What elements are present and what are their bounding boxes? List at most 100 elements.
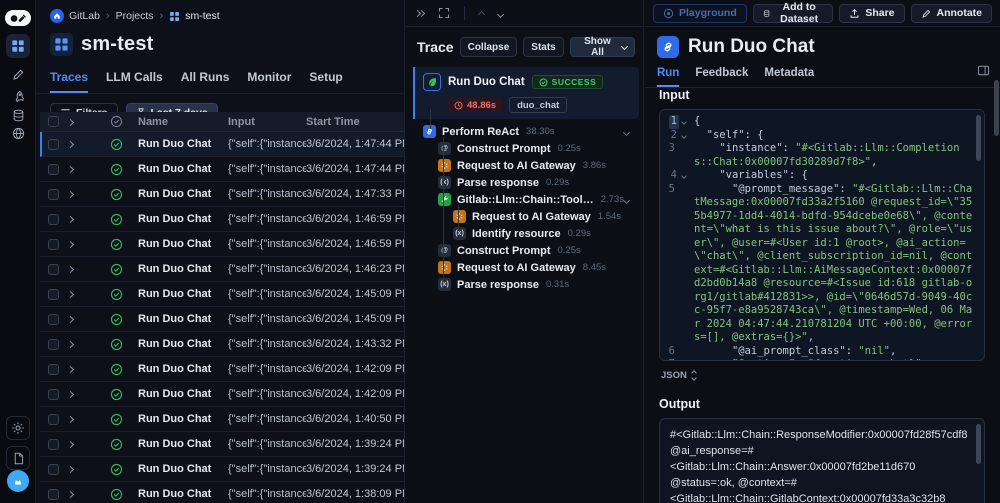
playground-button[interactable]: Playground	[653, 4, 747, 23]
collapse-button[interactable]: Collapse	[460, 37, 518, 57]
share-button[interactable]: Share	[839, 4, 904, 23]
docs-document-icon[interactable]	[6, 446, 30, 470]
table-row[interactable]: Run Duo Chat{"self":{"instance":"#...3/6…	[40, 357, 404, 382]
chevron-down-icon[interactable]	[624, 126, 629, 138]
output-block[interactable]: #<Gitlab::Llm::Chain::ResponseModifier:0…	[659, 418, 985, 503]
input-code-block[interactable]: 1{2 "self": {3 "instance": "#<Gitlab::Ll…	[659, 109, 985, 361]
next-run-chevron-icon[interactable]	[498, 4, 503, 22]
row-checkbox[interactable]	[48, 489, 59, 500]
row-checkbox[interactable]	[48, 289, 59, 300]
table-row[interactable]: Run Duo Chat{"self":{"instance":"#...3/6…	[40, 207, 404, 232]
collapse-caret-icon[interactable]	[681, 119, 687, 125]
annotate-button[interactable]: Annotate	[911, 4, 993, 23]
trace-node[interactable]: (x)Identify resource0.29s	[413, 225, 639, 242]
trace-node[interactable]: @Construct Prompt0.25s	[413, 140, 639, 157]
run-name-cell[interactable]: Run Duo Chat	[138, 463, 228, 475]
run-name-cell[interactable]: Run Duo Chat	[138, 313, 228, 325]
run-name-cell[interactable]: Run Duo Chat	[138, 213, 228, 225]
run-name-cell[interactable]: Run Duo Chat	[138, 388, 228, 400]
table-row[interactable]: Run Duo Chat{"self":{"instance":"#...3/6…	[40, 457, 404, 482]
panel-toggle-icon[interactable]	[977, 64, 990, 77]
row-checkbox[interactable]	[48, 389, 59, 400]
row-checkbox[interactable]	[48, 139, 59, 150]
row-checkbox[interactable]	[48, 439, 59, 450]
breadcrumb-section[interactable]: Projects	[116, 10, 154, 22]
trace-root-node[interactable]: Run Duo Chat SUCCESS 48.86s duo_chat	[413, 67, 639, 119]
expand-chevron-icon[interactable]	[68, 388, 110, 400]
run-name-cell[interactable]: Run Duo Chat	[138, 438, 228, 450]
table-row[interactable]: Run Duo Chat{"self":{"instance":"#...3/6…	[40, 257, 404, 282]
trace-node[interactable]: Request to AI Gateway8.45s	[413, 259, 639, 276]
expand-fullscreen-icon[interactable]	[438, 7, 450, 19]
column-header-start-time[interactable]: Start Time	[306, 116, 404, 128]
expand-chevron-icon[interactable]	[68, 238, 110, 250]
row-checkbox[interactable]	[48, 364, 59, 375]
run-name-cell[interactable]: Run Duo Chat	[138, 413, 228, 425]
row-checkbox[interactable]	[48, 314, 59, 325]
format-select[interactable]: JSON	[661, 370, 985, 381]
home-icon[interactable]	[50, 9, 64, 23]
expand-chevron-icon[interactable]	[68, 263, 110, 275]
run-name-cell[interactable]: Run Duo Chat	[138, 238, 228, 250]
scrollbar-thumb[interactable]	[976, 115, 981, 161]
tab-setup[interactable]: Setup	[309, 70, 342, 93]
prev-run-chevron-icon[interactable]	[479, 4, 484, 22]
settings-gear-icon[interactable]	[6, 416, 30, 440]
langsmith-logo[interactable]	[5, 10, 31, 26]
expand-chevron-icon[interactable]	[68, 163, 110, 175]
run-name-cell[interactable]: Run Duo Chat	[138, 488, 228, 500]
expand-chevron-icon[interactable]	[68, 438, 110, 450]
collapse-caret-icon[interactable]	[681, 173, 687, 179]
table-row[interactable]: Run Duo Chat{"self":{"instance":"#...3/6…	[40, 432, 404, 457]
expand-chevron-icon[interactable]	[68, 288, 110, 300]
table-row[interactable]: Run Duo Chat{"self":{"instance":"#...3/6…	[40, 382, 404, 407]
tab-llm-calls[interactable]: LLM Calls	[106, 70, 163, 93]
hub-globe-icon[interactable]	[6, 121, 30, 145]
row-checkbox[interactable]	[48, 164, 59, 175]
row-checkbox[interactable]	[48, 239, 59, 250]
tab-traces[interactable]: Traces	[50, 70, 88, 93]
collapse-caret-icon[interactable]	[681, 133, 687, 139]
annotations-pencil-icon[interactable]	[6, 62, 30, 86]
expand-chevron-icon[interactable]	[68, 413, 110, 425]
expand-chevron-icon[interactable]	[68, 338, 110, 350]
run-name-cell[interactable]: Run Duo Chat	[138, 138, 228, 150]
row-checkbox[interactable]	[48, 264, 59, 275]
table-row[interactable]: Run Duo Chat{"self":{"instance":"#...3/6…	[40, 407, 404, 432]
run-name-cell[interactable]: Run Duo Chat	[138, 263, 228, 275]
row-checkbox[interactable]	[48, 414, 59, 425]
table-row[interactable]: Run Duo Chat{"self":{"instance":"#...3/6…	[40, 132, 404, 157]
table-row[interactable]: Run Duo Chat{"self":{"instance":"#...3/6…	[40, 482, 404, 503]
table-row[interactable]: Run Duo Chat{"self":{"instance":"#...3/6…	[40, 232, 404, 257]
trace-node[interactable]: Request to AI Gateway3.86s	[413, 157, 639, 174]
tab-monitor[interactable]: Monitor	[247, 70, 291, 93]
run-name-cell[interactable]: Run Duo Chat	[138, 288, 228, 300]
scrollbar-thumb[interactable]	[976, 424, 981, 464]
run-name-cell[interactable]: Run Duo Chat	[138, 163, 228, 175]
projects-grid-icon[interactable]	[6, 34, 30, 58]
expand-chevron-icon[interactable]	[68, 188, 110, 200]
expand-chevron-icon[interactable]	[68, 138, 110, 150]
table-row[interactable]: Run Duo Chat{"self":{"instance":"#...3/6…	[40, 157, 404, 182]
run-name-cell[interactable]: Run Duo Chat	[138, 338, 228, 350]
row-checkbox[interactable]	[48, 464, 59, 475]
expand-chevron-icon[interactable]	[68, 363, 110, 375]
show-all-dropdown[interactable]: Show All	[570, 37, 635, 57]
trace-node[interactable]: Request to AI Gateway1.54s	[413, 208, 639, 225]
trace-node[interactable]: Gitlab::Llm::Chain::Tools::IssueReader::…	[413, 191, 639, 208]
expand-chevron-icon[interactable]	[68, 488, 110, 500]
expand-chevron-icon[interactable]	[68, 213, 110, 225]
stats-button[interactable]: Stats	[523, 37, 563, 57]
row-checkbox[interactable]	[48, 214, 59, 225]
add-to-dataset-button[interactable]: Add to Dataset	[753, 4, 834, 23]
select-all-checkbox[interactable]	[48, 116, 59, 127]
expand-chevron-icon[interactable]	[68, 463, 110, 475]
table-row[interactable]: Run Duo Chat{"self":{"instance":"#...3/6…	[40, 307, 404, 332]
expand-chevron-icon[interactable]	[68, 313, 110, 325]
table-row[interactable]: Run Duo Chat{"self":{"instance":"#...3/6…	[40, 182, 404, 207]
tab-all-runs[interactable]: All Runs	[181, 70, 230, 93]
run-name-cell[interactable]: Run Duo Chat	[138, 188, 228, 200]
trace-node[interactable]: (x)Parse response0.31s	[413, 276, 639, 293]
panel-scrollbar-thumb[interactable]	[994, 80, 999, 136]
column-header-name[interactable]: Name	[138, 116, 228, 128]
